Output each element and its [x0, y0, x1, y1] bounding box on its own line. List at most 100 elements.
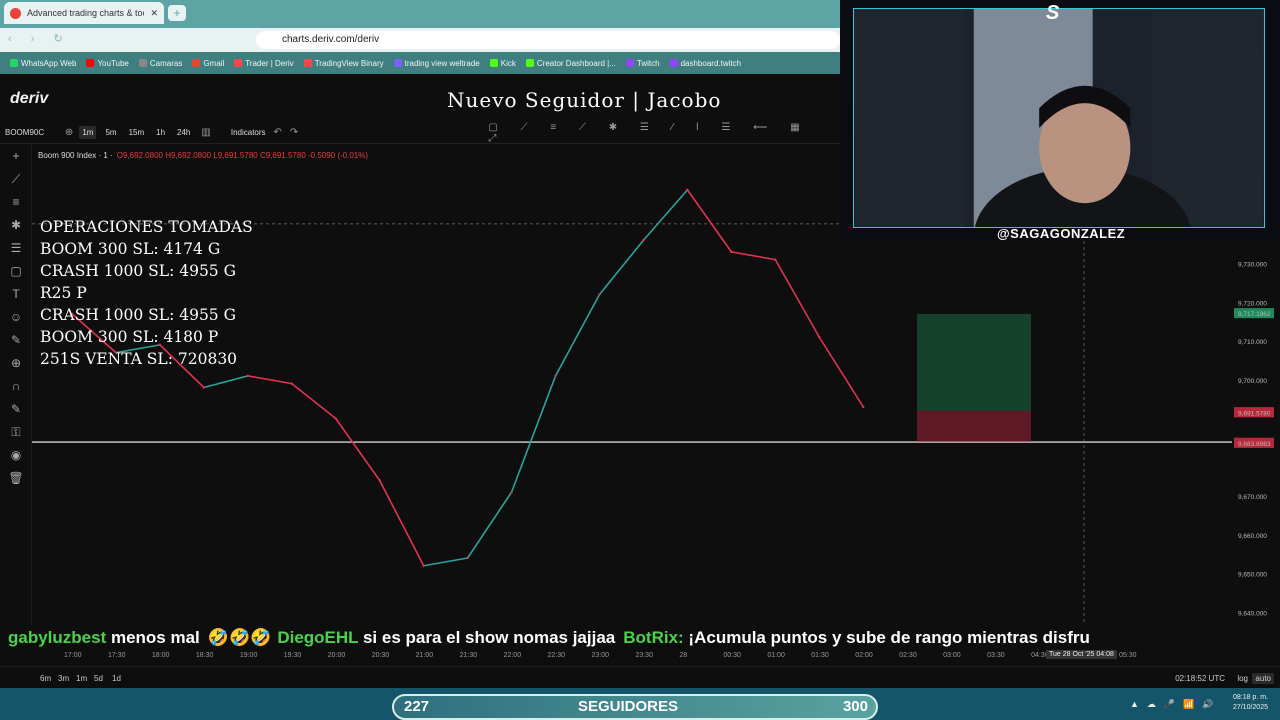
bookmark-item[interactable]: Gmail	[192, 59, 224, 68]
bookmark-favicon-icon	[625, 59, 634, 67]
operation-line: BOOM 300 SL: 4180 P	[40, 328, 219, 346]
bookmark-item[interactable]: TradingView Binary	[303, 59, 384, 68]
time-tick-label: 22:00	[503, 652, 522, 659]
bookmark-item[interactable]: Twitch	[625, 59, 660, 68]
indicators-button[interactable]: Indicators	[231, 128, 266, 137]
browser-tab[interactable]: Advanced trading charts & tools ✕	[4, 2, 164, 24]
lock-tool-icon[interactable]: ⚿	[0, 421, 32, 444]
range-1m[interactable]: 1m	[76, 674, 87, 683]
timeframe-5m[interactable]: 5m	[102, 126, 119, 139]
price-segment	[335, 418, 381, 481]
pattern-tool-icon[interactable]: ✱	[0, 214, 32, 237]
lines-tool-icon[interactable]: ≡	[0, 191, 32, 214]
timeframe-15m[interactable]: 15m	[126, 126, 148, 139]
price-point	[818, 335, 821, 339]
bookmark-item[interactable]: Creator Dashboard |...	[525, 59, 616, 68]
time-tick-label: 18:30	[195, 652, 214, 659]
time-tick-label: 18:00	[151, 652, 170, 659]
auto-scale-button[interactable]: auto	[1252, 673, 1274, 684]
crosshair-tool-icon[interactable]: +	[0, 145, 32, 168]
deriv-favicon-icon	[10, 7, 21, 19]
ruler-tool-icon[interactable]: ✎	[0, 329, 32, 352]
chat-ticker: gabyluzbest menos mal 🤣🤣🤣 DiegoEHL si es p…	[0, 624, 1280, 652]
operation-line: CRASH 1000 SL: 4955 G	[40, 306, 236, 324]
undo-icon[interactable]: ↶	[274, 127, 282, 138]
trendline-tool-icon[interactable]: ⟋	[0, 168, 32, 191]
chat-username: gabyluzbest	[8, 628, 107, 647]
bookmark-favicon-icon	[86, 59, 95, 67]
text-tool-icon[interactable]: T	[0, 283, 32, 306]
legend-symbol-name: Boom 900 Index · 1 ·	[38, 151, 113, 160]
url-field[interactable]: charts.deriv.com/deriv	[256, 31, 840, 49]
chat-emoji: 🤣🤣🤣	[207, 628, 272, 647]
symbol-selector[interactable]: BOOM90C	[5, 128, 57, 137]
price-tick-label: 9,730.000	[1238, 262, 1267, 269]
price-segment	[774, 259, 820, 338]
magnet-tool-icon[interactable]: ∩	[0, 375, 32, 398]
time-tick-label: 23:00	[591, 652, 610, 659]
timeframe-1m[interactable]: 1m	[79, 126, 97, 139]
fib-tool-icon[interactable]: ☰	[0, 237, 32, 260]
price-point	[510, 490, 513, 494]
left-drawing-tools: + ⟋ ≡ ✱ ☰ ▢ T ☺ ✎ ⊕ ∩ ✎ ⚿ ◉ 🗑	[0, 145, 32, 625]
operations-overlay: OPERACIONES TOMADAS BOOM 300 SL: 4174 G C…	[40, 216, 253, 370]
bookmark-favicon-icon	[10, 59, 18, 67]
bookmark-item[interactable]: YouTube	[86, 59, 129, 68]
bookmark-item[interactable]: Kick	[489, 59, 516, 68]
trash-tool-icon[interactable]: 🗑	[0, 467, 32, 490]
time-tick-label: 02:30	[899, 652, 917, 659]
drawing-tools-row[interactable]: ▢ ⟋ ≡ ⟋ ✱ ☰ ⁄ ǀ ☰ ⟵ ▦ ⤢	[488, 122, 840, 144]
emoji-tool-icon[interactable]: ☺	[0, 306, 32, 329]
price-point	[378, 479, 381, 482]
bookmark-label: Gmail	[203, 58, 225, 68]
price-point	[598, 293, 601, 296]
system-tray-icons[interactable]: ▲☁🎤📶🔊	[1130, 699, 1222, 710]
bookmark-label: Trader | Deriv	[245, 58, 294, 68]
price-tick-label: 9,660.000	[1238, 533, 1267, 540]
close-tab-icon[interactable]: ✕	[150, 8, 158, 19]
price-tick-label: 9,720.000	[1238, 300, 1267, 307]
bookmarks-bar: WhatsApp Web YouTube Camaras Gmail Trader | …	[0, 52, 840, 74]
pencil-tool-icon[interactable]: ✎	[0, 398, 32, 421]
bookmark-item[interactable]: dashboard.twitch	[669, 59, 741, 68]
bookmark-favicon-icon	[525, 59, 534, 67]
chart-type-icon[interactable]: ▥	[201, 127, 210, 138]
bookmark-item[interactable]: Camaras	[138, 58, 183, 68]
timeframe-24h[interactable]: 24h	[174, 126, 193, 139]
operation-line: 251S VENTA SL: 720830	[40, 350, 238, 368]
followers-label: SEGUIDORES	[578, 698, 679, 715]
add-symbol-icon[interactable]: ⊕	[65, 127, 73, 138]
price-segment	[686, 189, 733, 253]
eye-tool-icon[interactable]: ◉	[0, 444, 32, 467]
price-point	[730, 250, 733, 254]
price-segment	[554, 294, 601, 377]
bookmark-favicon-icon	[192, 59, 201, 67]
price-tick-label: 9,650.000	[1238, 572, 1267, 579]
time-tick-label: 17:30	[107, 652, 126, 659]
range-6m[interactable]: 6m	[40, 674, 51, 683]
shape-tool-icon[interactable]: ▢	[0, 260, 32, 283]
timeframe-1h[interactable]: 1h	[153, 126, 168, 139]
nav-buttons[interactable]: ‹ › ↻	[8, 32, 71, 45]
redo-icon[interactable]: ↷	[290, 127, 298, 138]
range-1d[interactable]: 1d	[112, 674, 121, 683]
system-clock: 08:18 p. m. 27/10/2025	[1233, 693, 1268, 713]
new-tab-button[interactable]: +	[168, 5, 186, 21]
deriv-logo[interactable]: deriv	[10, 90, 48, 108]
price-tick-label: 9,700.000	[1238, 378, 1267, 385]
bookmark-item[interactable]: WhatsApp Web	[10, 59, 76, 68]
log-scale-button[interactable]: log	[1237, 674, 1248, 683]
bookmark-item[interactable]: Trader | Deriv	[234, 58, 294, 68]
bookmark-item[interactable]: trading view weltrade	[393, 59, 480, 68]
chart-toolbar: BOOM90C ⊕ 1m 5m 15m 1h 24h ▥ Indicators ↶ ↷ …	[0, 122, 840, 144]
operation-line: CRASH 1000 SL: 4955 G	[40, 262, 236, 280]
range-5d[interactable]: 5d	[94, 674, 103, 683]
price-segment	[510, 375, 557, 493]
zoom-tool-icon[interactable]: ⊕	[0, 352, 32, 375]
bookmark-label: Camaras	[149, 58, 183, 68]
bookmark-favicon-icon	[393, 59, 402, 67]
price-point	[422, 564, 425, 567]
price-point	[554, 374, 557, 378]
range-3m[interactable]: 3m	[58, 674, 69, 683]
bookmark-favicon-icon	[138, 59, 147, 67]
